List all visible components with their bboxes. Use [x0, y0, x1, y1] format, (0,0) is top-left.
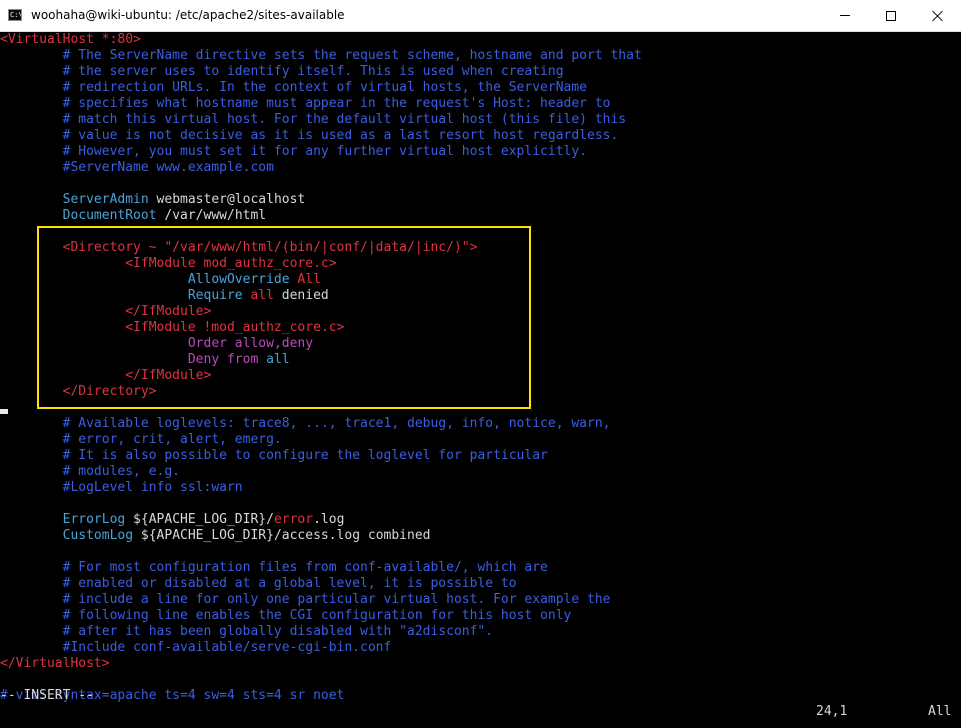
- code-line: ServerAdmin webmaster@localhost: [0, 192, 306, 208]
- code-token: from: [219, 352, 259, 367]
- code-token: # following line enables the CGI configu…: [0, 608, 572, 623]
- window-title: woohaha@wiki-ubuntu: /etc/apache2/sites-…: [31, 8, 345, 22]
- code-token: Require: [0, 288, 243, 303]
- code-line: #ServerName www.example.com: [0, 160, 274, 176]
- code-token: DocumentRoot: [0, 208, 157, 223]
- minimize-icon: [840, 15, 850, 16]
- code-line: # error, crit, alert, emerg.: [0, 432, 282, 448]
- code-token: webmaster@localhost: [148, 192, 306, 207]
- text-cursor: [0, 409, 8, 414]
- code-line: </IfModule>: [0, 368, 211, 384]
- code-line: # the server uses to identify itself. Th…: [0, 64, 564, 80]
- code-line: DocumentRoot /var/www/html: [0, 208, 267, 224]
- code-line: # modules, e.g.: [0, 464, 180, 480]
- code-line: <IfModule mod_authz_core.c>: [0, 256, 337, 272]
- cursor-position-indicator: 24,1: [816, 704, 848, 719]
- code-line: </IfModule>: [0, 304, 211, 320]
- code-token: #ServerName www.example.com: [0, 160, 274, 175]
- code-line: <Directory ~ "/var/www/html/(bin/|conf/|…: [0, 240, 478, 256]
- code-token: # specifies what hostname must appear in…: [0, 96, 611, 111]
- code-token: </Directory>: [0, 384, 157, 399]
- code-line: </VirtualHost>: [0, 656, 110, 672]
- code-line: # enabled or disabled at a global level,…: [0, 576, 517, 592]
- code-token: <IfModule mod_authz_core.c>: [0, 256, 337, 271]
- code-token: #Include conf-available/serve-cgi-bin.co…: [0, 640, 392, 655]
- code-line: CustomLog ${APACHE_LOG_DIR}/access.log c…: [0, 528, 431, 544]
- close-button[interactable]: [914, 0, 960, 31]
- code-token: # include a line for only one particular…: [0, 592, 611, 607]
- close-icon: [931, 10, 943, 22]
- code-line: # It is also possible to configure the l…: [0, 448, 548, 464]
- code-token: all: [258, 352, 290, 367]
- maximize-icon: [886, 10, 896, 21]
- title-bar[interactable]: C:\ woohaha@wiki-ubuntu: /etc/apache2/si…: [0, 0, 961, 32]
- code-line: # Available loglevels: trace8, ..., trac…: [0, 416, 611, 432]
- code-line: AllowOverride All: [0, 272, 321, 288]
- code-token: ErrorLog: [0, 512, 126, 527]
- code-line: # For most configuration files from conf…: [0, 560, 548, 576]
- code-token: <Directory ~ "/var/www/html/(bin/|conf/|…: [0, 240, 478, 255]
- code-line: # However, you must set it for any furth…: [0, 144, 587, 160]
- code-line: #Include conf-available/serve-cgi-bin.co…: [0, 640, 392, 656]
- code-line: # after it has been globally disabled wi…: [0, 624, 493, 640]
- code-line: <IfModule !mod_authz_core.c>: [0, 320, 344, 336]
- code-line: # include a line for only one particular…: [0, 592, 611, 608]
- code-line: # redirection URLs. In the context of vi…: [0, 80, 587, 96]
- code-token: <VirtualHost *:80>: [0, 32, 141, 47]
- code-token: /var/www/html: [156, 208, 267, 223]
- code-token: All: [289, 272, 321, 287]
- vim-mode-indicator: -- INSERT --: [0, 688, 94, 703]
- code-token: </VirtualHost>: [0, 656, 110, 671]
- code-line: Deny from all: [0, 352, 290, 368]
- code-token: ${APACHE_LOG_DIR}/access.log combined: [133, 528, 431, 543]
- code-token: # value is not decisive as it is used as…: [0, 128, 619, 143]
- vim-editor-area[interactable]: <VirtualHost *:80> # The ServerName dire…: [0, 32, 961, 728]
- code-token: # It is also possible to configure the l…: [0, 448, 548, 463]
- code-token: all: [242, 288, 274, 303]
- console-app-icon: C:\: [8, 9, 22, 21]
- terminal-window: C:\ woohaha@wiki-ubuntu: /etc/apache2/si…: [0, 0, 961, 728]
- code-token: # For most configuration files from conf…: [0, 560, 548, 575]
- code-token: <IfModule !mod_authz_core.c>: [0, 320, 345, 335]
- code-line: Require all denied: [0, 288, 329, 304]
- code-token: # error, crit, alert, emerg.: [0, 432, 282, 447]
- code-token: # after it has been globally disabled wi…: [0, 624, 494, 639]
- code-token: ServerAdmin: [0, 192, 149, 207]
- code-line: # match this virtual host. For the defau…: [0, 112, 627, 128]
- code-token: # Available loglevels: trace8, ..., trac…: [0, 416, 611, 431]
- code-line: # The ServerName directive sets the requ…: [0, 48, 642, 64]
- code-line: Order allow,deny: [0, 336, 313, 352]
- code-token: </IfModule>: [0, 368, 212, 383]
- code-line: <VirtualHost *:80>: [0, 32, 141, 48]
- code-token: CustomLog: [0, 528, 134, 543]
- code-token: # enabled or disabled at a global level,…: [0, 576, 517, 591]
- code-token: # The ServerName directive sets the requ…: [0, 48, 642, 63]
- code-token: Order allow,deny: [0, 336, 314, 351]
- maximize-button[interactable]: [868, 0, 914, 31]
- scroll-position-indicator: All: [928, 704, 952, 719]
- code-token: denied: [273, 288, 329, 303]
- code-line: # specifies what hostname must appear in…: [0, 96, 611, 112]
- code-line: ErrorLog ${APACHE_LOG_DIR}/error.log: [0, 512, 345, 528]
- code-token: #LogLevel info ssl:warn: [0, 480, 243, 495]
- code-token: # the server uses to identify itself. Th…: [0, 64, 564, 79]
- code-line: #LogLevel info ssl:warn: [0, 480, 243, 496]
- code-line: # following line enables the CGI configu…: [0, 608, 572, 624]
- code-token: ${APACHE_LOG_DIR}/: [125, 512, 274, 527]
- code-token: </IfModule>: [0, 304, 212, 319]
- minimize-button[interactable]: [822, 0, 868, 31]
- code-token: # redirection URLs. In the context of vi…: [0, 80, 587, 95]
- code-token: error: [273, 512, 314, 527]
- code-token: .log: [313, 512, 345, 527]
- code-line: # value is not decisive as it is used as…: [0, 128, 619, 144]
- code-token: Deny: [0, 352, 220, 367]
- code-token: # modules, e.g.: [0, 464, 181, 479]
- code-token: # match this virtual host. For the defau…: [0, 112, 627, 127]
- code-token: AllowOverride: [0, 272, 290, 287]
- code-token: # However, you must set it for any furth…: [0, 144, 587, 159]
- code-line: </Directory>: [0, 384, 157, 400]
